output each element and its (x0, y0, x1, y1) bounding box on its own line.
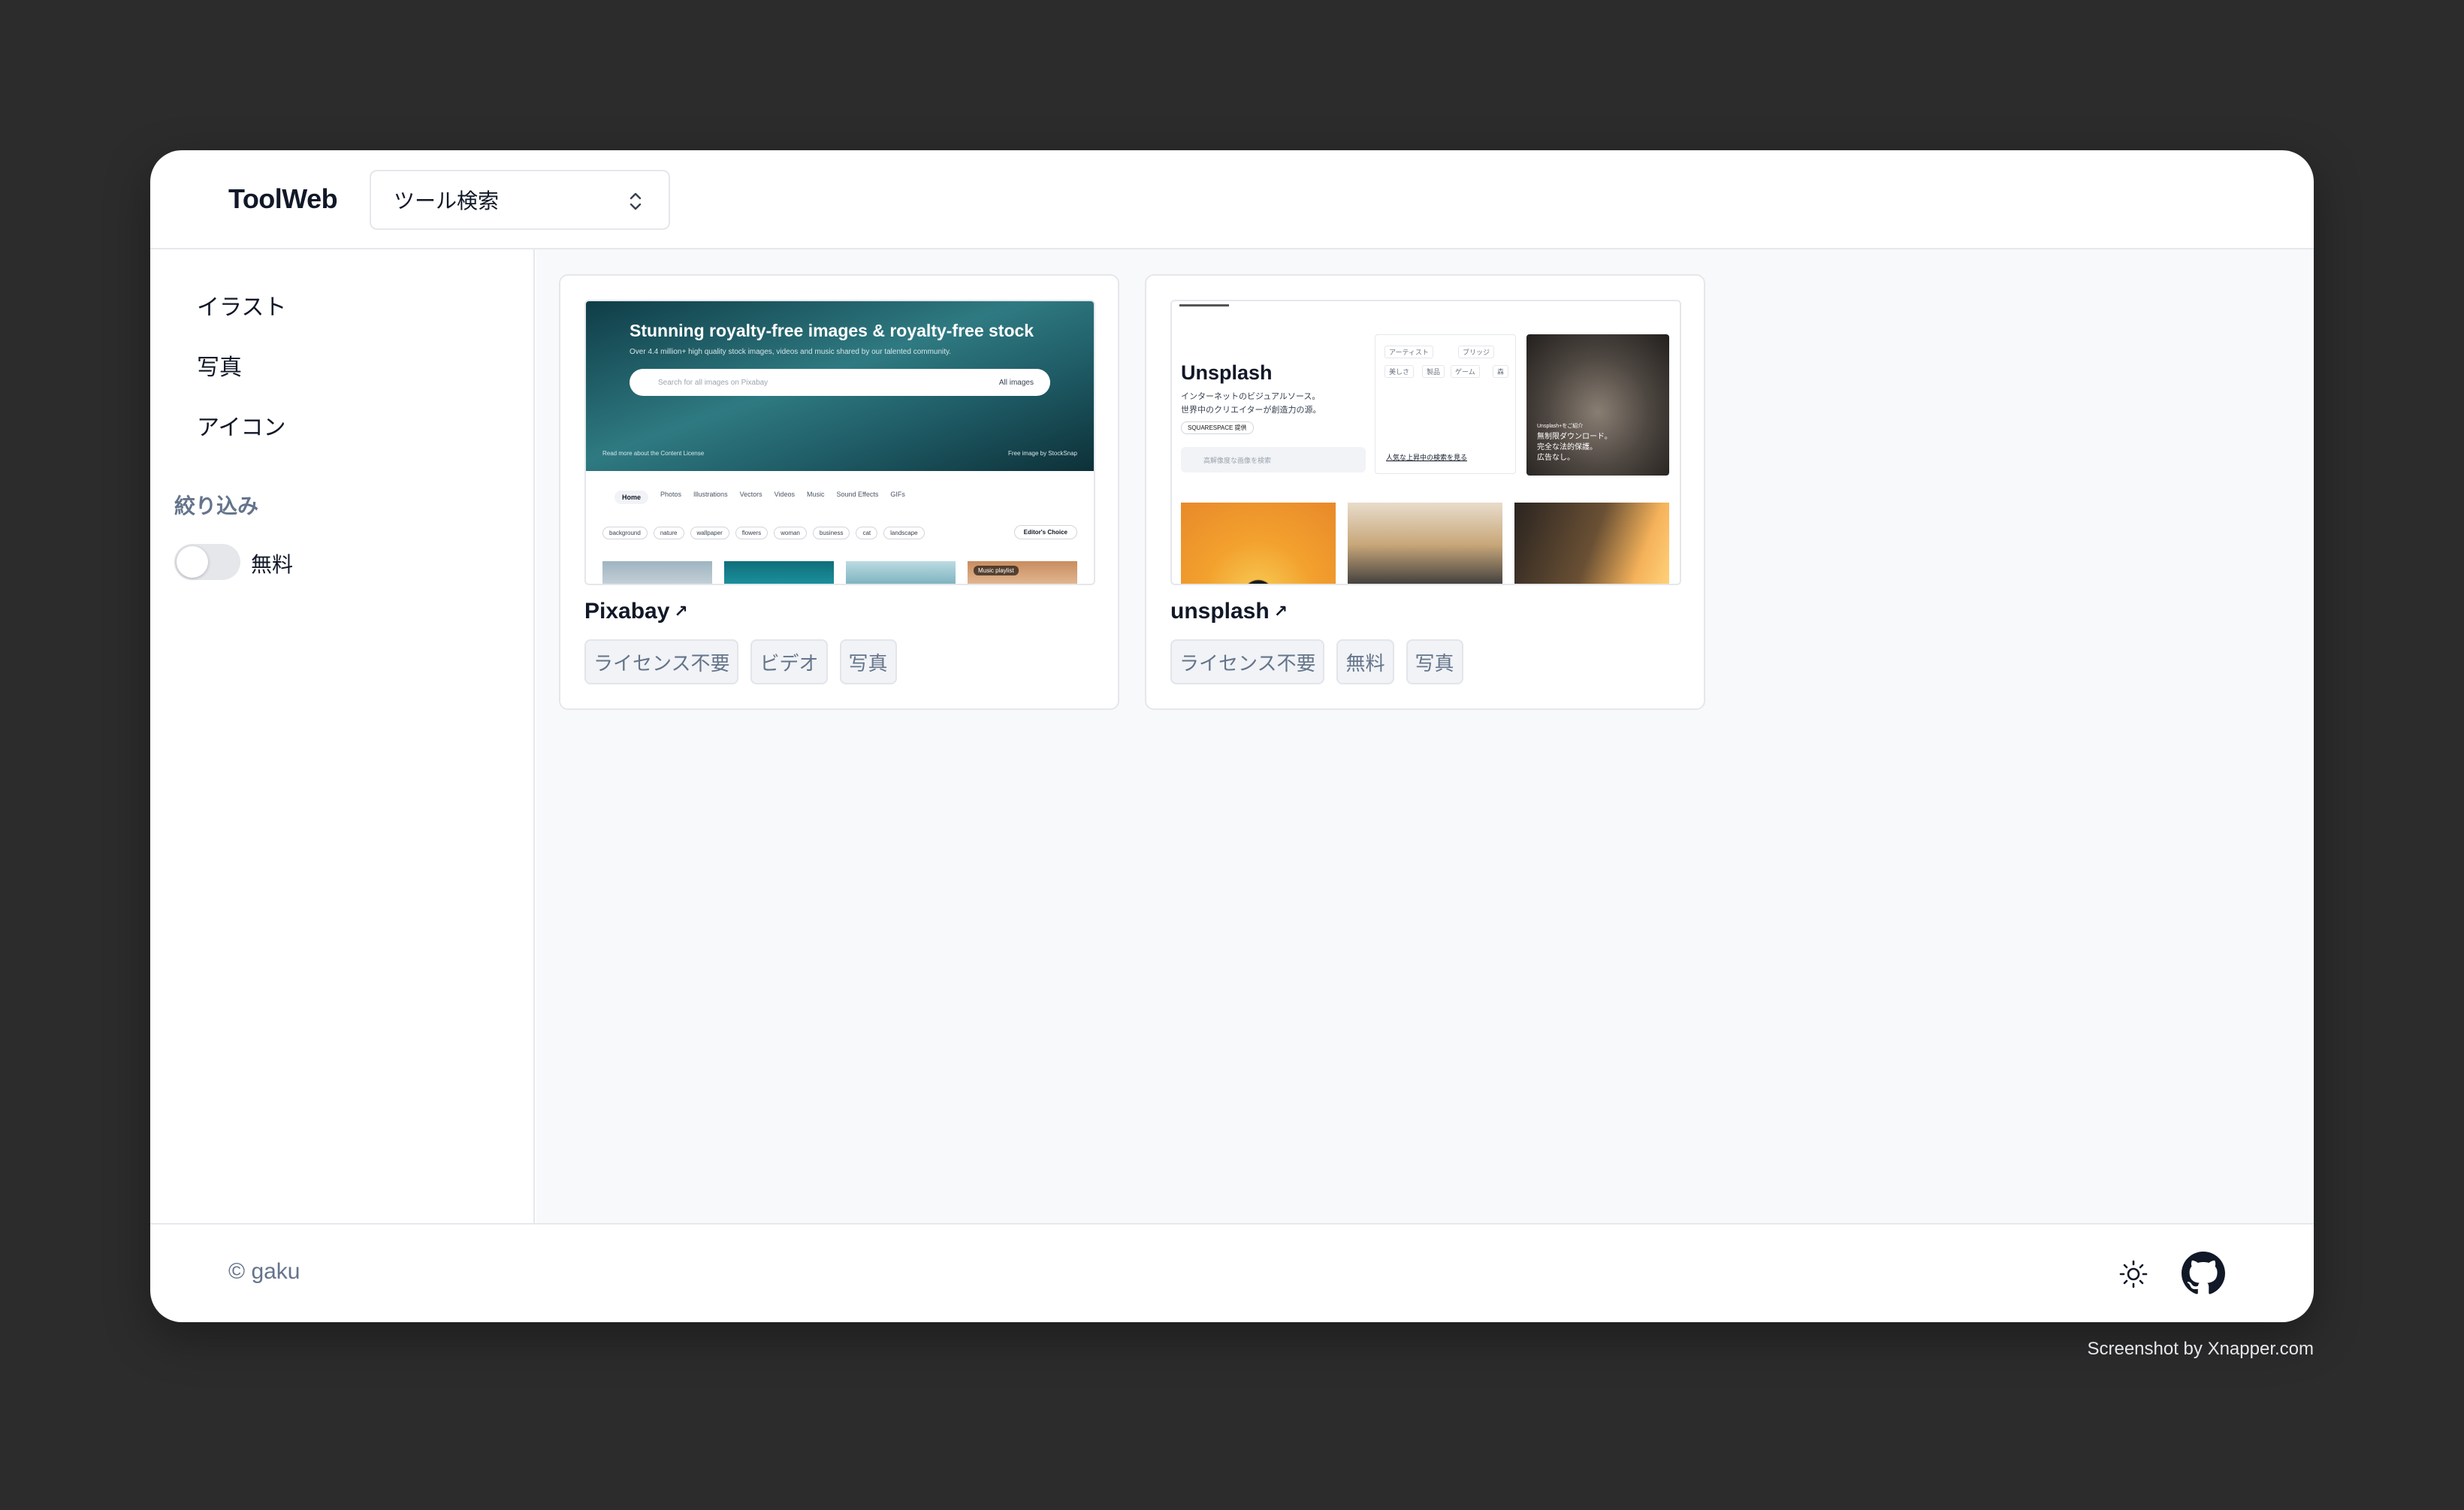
tag-badge[interactable]: ビデオ (750, 639, 828, 684)
pixabay-music-badge: Music playlist (974, 566, 1019, 575)
unsplash-caption-line: 完全な法的保護。 (1537, 443, 1597, 451)
pixabay-preview-image[interactable]: Stunning royalty-free images & royalty-f… (584, 300, 1095, 585)
unsplash-caption-line: 無制限ダウンロード。 (1537, 433, 1612, 441)
chevron-up-down-icon (630, 192, 642, 210)
pixabay-tab: Home (614, 491, 649, 504)
pixabay-license-note: Read more about the Content License (602, 450, 705, 457)
unsplash-trending-panel: アーティスト ブリッジ 美しさ 製品 ゲーム 森 人気な上昇中の検索を見る (1375, 334, 1516, 474)
toggle-knob (177, 546, 208, 578)
pixabay-hero: Stunning royalty-free images & royalty-f… (586, 301, 1094, 471)
unsplash-caption-line: Unsplash+をご紹介 (1537, 424, 1584, 429)
unsplash-search-bar: 高解像度な画像を検索 (1181, 447, 1366, 473)
footer: © gaku (150, 1223, 2314, 1322)
pixabay-tab: Music (806, 491, 825, 498)
pixabay-tab: Videos (774, 491, 795, 498)
unsplash-topbar-line (1179, 304, 1229, 307)
tool-card-pixabay[interactable]: Stunning royalty-free images & royalty-f… (559, 274, 1119, 710)
tag-badge[interactable]: 写真 (839, 639, 897, 684)
tag-badge[interactable]: ライセンス不要 (1170, 639, 1325, 684)
unsplash-description: インターネットのビジュアルソース。 世界中のクリエイターが創造力の源。 (1181, 390, 1321, 417)
filter-heading: 絞り込み (174, 494, 259, 518)
github-icon[interactable] (2182, 1252, 2225, 1295)
unsplash-sponsor-badge: SQUARESPACE 提供 (1181, 421, 1254, 434)
pixabay-tab: Vectors (739, 491, 762, 498)
unsplash-chip: 美しさ (1384, 365, 1415, 378)
tag-badge[interactable]: ライセンス不要 (584, 639, 739, 684)
pixabay-tab: GIFs (890, 491, 905, 498)
pixabay-chip: flowers (735, 527, 768, 539)
tag-badge[interactable]: 無料 (1336, 639, 1394, 684)
pixabay-credit-note: Free image by StockSnap (1007, 450, 1077, 457)
unsplash-thumb-image (1348, 503, 1502, 584)
pixabay-thumb-image (602, 561, 712, 584)
screenshot-credit: Screenshot by Xnapper.com (2087, 1339, 2314, 1359)
main-content: Stunning royalty-free images & royalty-f… (536, 249, 2314, 1223)
unsplash-thumb-image (1514, 503, 1669, 584)
logo[interactable]: ToolWeb (228, 183, 338, 215)
sidebar-item-icon[interactable]: アイコン (197, 409, 286, 442)
pixabay-search-scope: All images (998, 378, 1034, 387)
pixabay-thumb-image (846, 561, 956, 584)
pixabay-subtitle: Over 4.4 million+ high quality stock ima… (630, 348, 952, 356)
pixabay-tabs: Home Photos Illustrations Vectors Videos… (614, 491, 905, 504)
pixabay-chip: woman (774, 527, 807, 539)
app-window: ToolWeb ツール検索 イラスト 写真 アイコン 絞り込み 無料 Stunn… (150, 150, 2314, 1322)
pixabay-chips: background nature wallpaper flowers woma… (602, 527, 925, 539)
unsplash-desc-line: 世界中のクリエイターが創造力の源。 (1181, 406, 1321, 415)
copyright: © gaku (228, 1259, 300, 1284)
pixabay-thumb-image (724, 561, 834, 584)
unsplash-thumb-image (1181, 503, 1336, 584)
pixabay-tab: Photos (660, 491, 682, 498)
unsplash-chip: ゲーム (1451, 365, 1480, 378)
header: ToolWeb ツール検索 (150, 150, 2314, 249)
pixabay-tab: Illustrations (693, 491, 728, 498)
unsplash-preview-image[interactable]: Unsplash インターネットのビジュアルソース。 世界中のクリエイターが創造… (1170, 300, 1681, 585)
unsplash-photo-caption: Unsplash+をご紹介 無制限ダウンロード。 完全な法的保護。 広告なし。 (1537, 421, 1612, 464)
card-tags: ライセンス不要 無料 写真 (1170, 639, 1463, 684)
unsplash-chip: ブリッジ (1458, 346, 1495, 358)
pixabay-chip: background (602, 527, 648, 539)
card-title-unsplash[interactable]: unsplash ↗ (1170, 599, 1288, 624)
pixabay-search-bar: Search for all images on Pixabay All ima… (630, 369, 1050, 396)
unsplash-desc-line: インターネットのビジュアルソース。 (1181, 392, 1321, 401)
unsplash-trending-link: 人気な上昇中の検索を見る (1386, 454, 1468, 461)
pixabay-chip: cat (856, 527, 878, 539)
sidebar-item-illustration[interactable]: イラスト (197, 288, 286, 322)
pixabay-chip: wallpaper (690, 527, 729, 539)
sun-icon[interactable] (2118, 1259, 2148, 1289)
sidebar: イラスト 写真 アイコン 絞り込み 無料 (150, 249, 535, 1223)
free-toggle[interactable] (174, 544, 240, 580)
pixabay-editor-choice: Editor's Choice (1013, 525, 1077, 539)
sidebar-item-photo[interactable]: 写真 (197, 349, 242, 382)
tool-search-select[interactable]: ツール検索 (370, 170, 670, 230)
pixabay-chip: nature (653, 527, 684, 539)
tool-card-unsplash[interactable]: Unsplash インターネットのビジュアルソース。 世界中のクリエイターが創造… (1145, 274, 1705, 710)
external-link-icon: ↗ (1273, 602, 1288, 621)
pixabay-headline: Stunning royalty-free images & royalty-f… (630, 321, 1034, 340)
pixabay-tab: Sound Effects (836, 491, 879, 498)
card-title-text[interactable]: Pixabay (584, 599, 669, 624)
unsplash-chip: 製品 (1422, 365, 1445, 378)
unsplash-chip: アーティスト (1384, 346, 1433, 358)
pixabay-search-placeholder: Search for all images on Pixabay (658, 378, 768, 387)
tool-search-select-value: ツール検索 (394, 189, 500, 213)
unsplash-feature-photo: Unsplash+をご紹介 無制限ダウンロード。 完全な法的保護。 広告なし。 (1526, 334, 1669, 476)
free-toggle-label: 無料 (251, 553, 294, 576)
card-title-text[interactable]: unsplash (1170, 599, 1270, 624)
card-tags: ライセンス不要 ビデオ 写真 (584, 639, 897, 684)
external-link-icon: ↗ (674, 602, 688, 621)
unsplash-caption-line: 広告なし。 (1537, 454, 1575, 462)
card-title-pixabay[interactable]: Pixabay ↗ (584, 599, 688, 624)
tag-badge[interactable]: 写真 (1406, 639, 1463, 684)
pixabay-chip: business (812, 527, 850, 539)
unsplash-brand: Unsplash (1181, 361, 1273, 384)
unsplash-search-placeholder: 高解像度な画像を検索 (1203, 456, 1272, 464)
unsplash-chip: 森 (1493, 365, 1509, 378)
pixabay-chip: landscape (883, 527, 925, 539)
pixabay-thumb-image: Music playlist (968, 561, 1077, 584)
